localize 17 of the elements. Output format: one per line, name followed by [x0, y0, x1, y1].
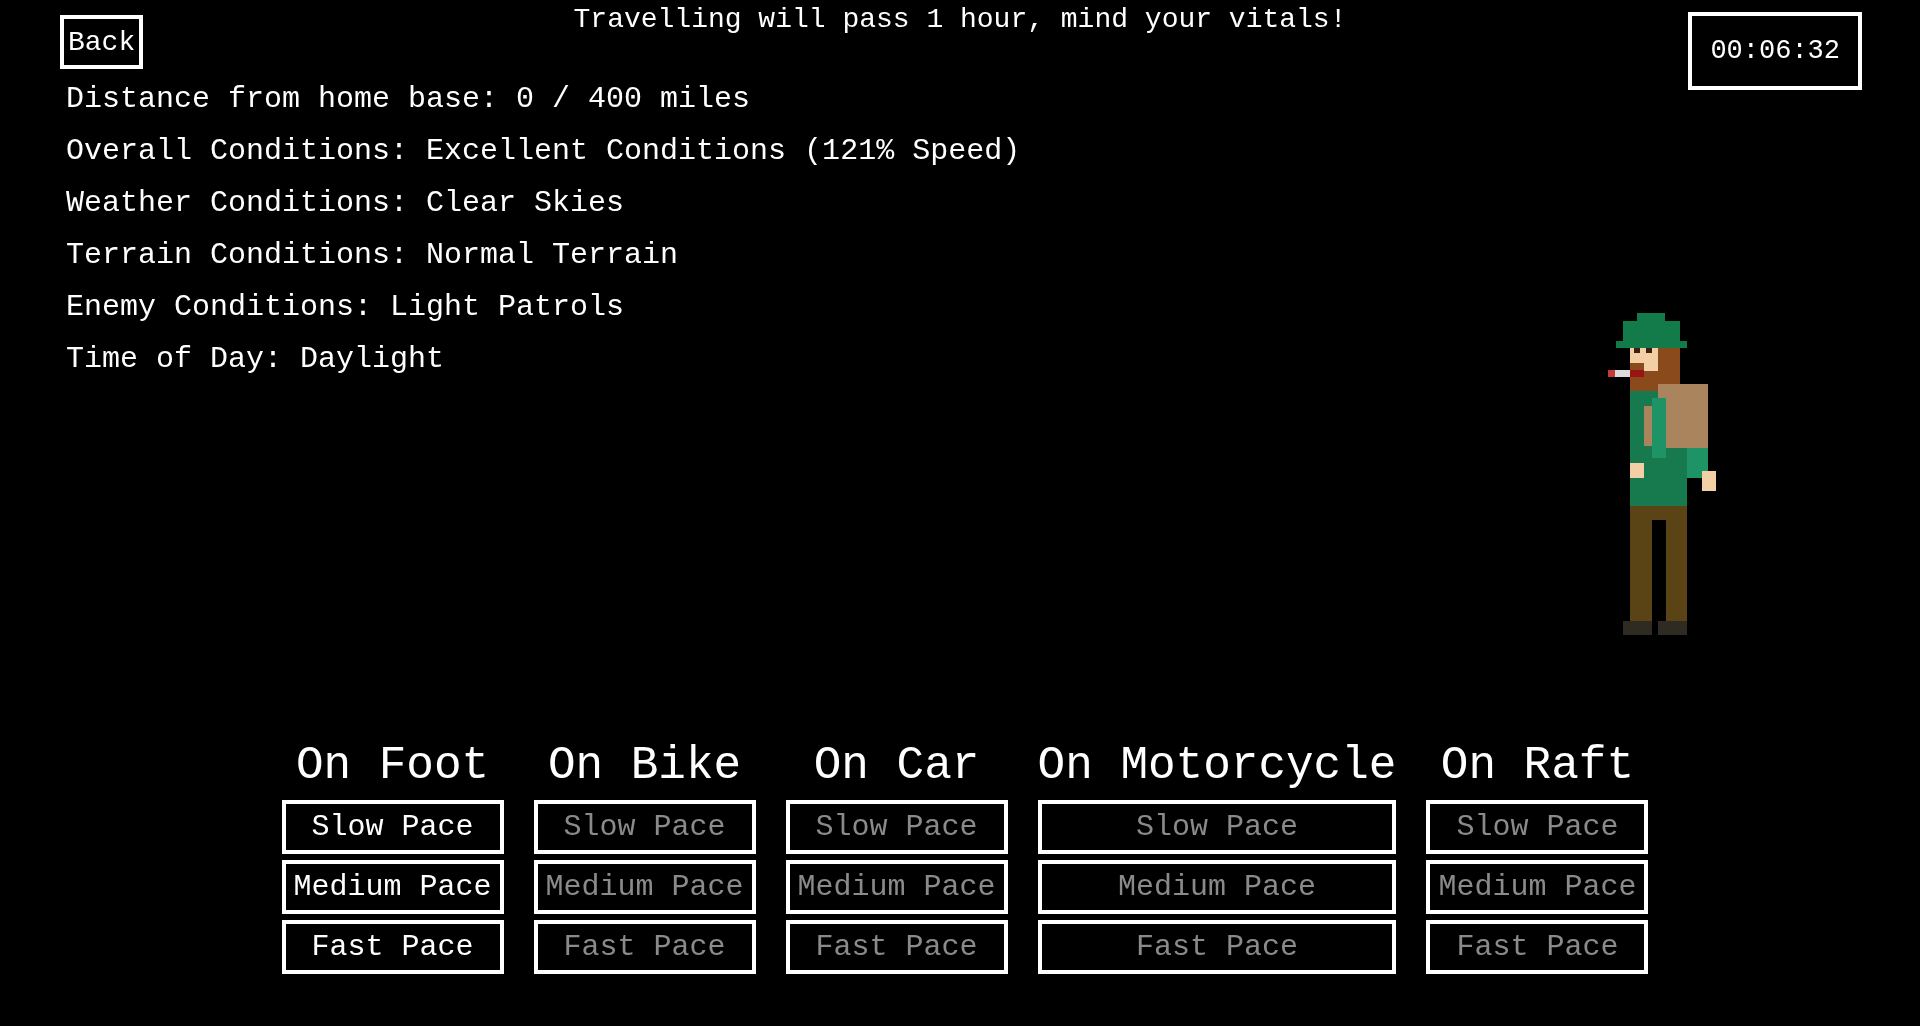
condition-line: Overall Conditions: Excellent Conditions (121% Speed) [66, 133, 1021, 170]
back-button[interactable]: Back [60, 15, 144, 69]
travel-mode-heading: On Foot [294, 740, 491, 792]
pace-button[interactable]: Medium Pace [281, 860, 504, 914]
condition-line: Terrain Conditions: Normal Terrain [66, 237, 680, 274]
timer: 00:06:32 [1688, 12, 1862, 90]
condition-line: Enemy Conditions: Light Patrols [66, 289, 626, 326]
travel-notice: Travelling will pass 1 hour, mind your vitals! [573, 3, 1347, 35]
pace-button[interactable]: Slow Pace [281, 800, 504, 854]
condition-line: Distance from home base: 0 / 400 miles [66, 81, 752, 118]
travel-mode-heading: On Bike [546, 740, 743, 792]
condition-line: Weather Conditions: Clear Skies [66, 185, 626, 222]
travel-mode-heading: On Car [812, 740, 981, 792]
pace-button[interactable]: Fast Pace [281, 920, 504, 974]
travel-mode-heading: On Motorcycle [1037, 740, 1397, 792]
travel-mode-heading: On Raft [1439, 740, 1636, 792]
condition-line: Time of Day: Daylight [66, 341, 446, 378]
